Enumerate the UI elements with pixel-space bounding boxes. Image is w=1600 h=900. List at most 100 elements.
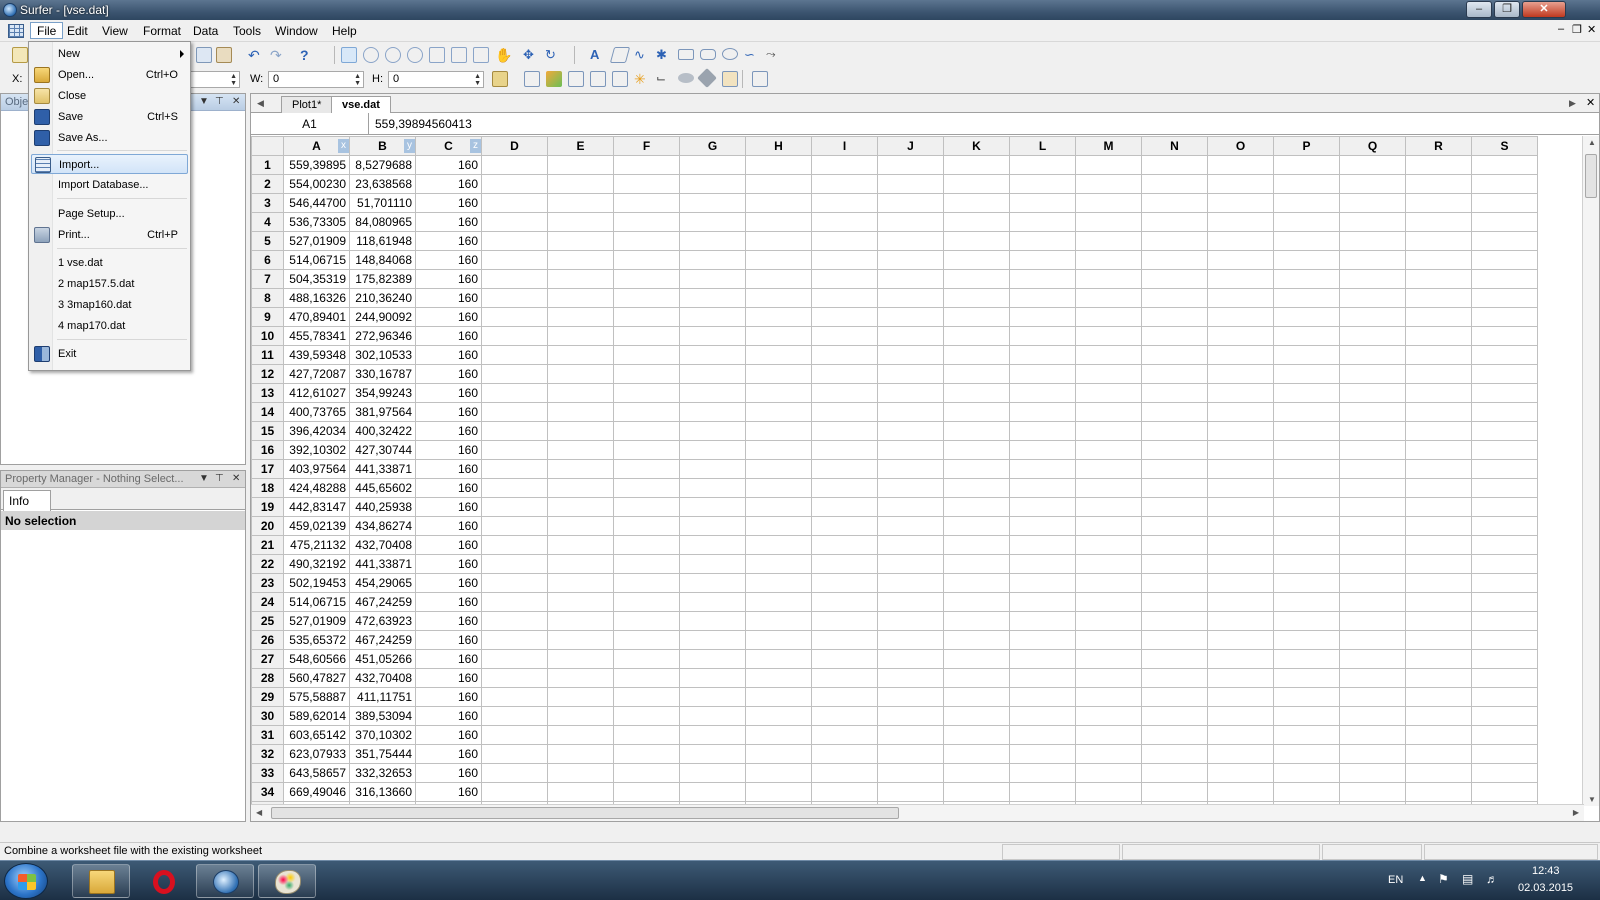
cell-f14[interactable]	[613, 402, 680, 422]
cell-d17[interactable]	[481, 459, 548, 479]
cell-d16[interactable]	[481, 440, 548, 460]
cell-c18[interactable]: 160	[415, 478, 482, 498]
cell-k16[interactable]	[943, 440, 1010, 460]
cell-j13[interactable]	[877, 383, 944, 403]
wireframe-icon[interactable]	[697, 68, 717, 88]
cell-b26[interactable]: 467,24259	[349, 630, 416, 650]
cell-c23[interactable]: 160	[415, 573, 482, 593]
cell-h16[interactable]	[745, 440, 812, 460]
cell-i29[interactable]	[811, 687, 878, 707]
cell-i16[interactable]	[811, 440, 878, 460]
cell-s8[interactable]	[1471, 288, 1538, 308]
cell-s21[interactable]	[1471, 535, 1538, 555]
cell-s15[interactable]	[1471, 421, 1538, 441]
panel-menu-icon[interactable]: ▼	[199, 473, 209, 484]
cell-m24[interactable]	[1075, 592, 1142, 612]
cell-r6[interactable]	[1405, 250, 1472, 270]
select-all-corner[interactable]	[251, 136, 284, 156]
cell-i14[interactable]	[811, 402, 878, 422]
cell-l7[interactable]	[1009, 269, 1076, 289]
scroll-right-icon[interactable]: ▶	[1573, 808, 1579, 817]
cell-c29[interactable]: 160	[415, 687, 482, 707]
cell-f9[interactable]	[613, 307, 680, 327]
row-header[interactable]: 28	[251, 668, 284, 688]
cell-j20[interactable]	[877, 516, 944, 536]
cell-r29[interactable]	[1405, 687, 1472, 707]
cell-e18[interactable]	[547, 478, 614, 498]
column-header-i[interactable]: I	[811, 136, 878, 156]
tab-vse-dat[interactable]: vse.dat	[331, 96, 391, 113]
row-header[interactable]: 13	[251, 383, 284, 403]
cell-b9[interactable]: 244,90092	[349, 307, 416, 327]
cell-q7[interactable]	[1339, 269, 1406, 289]
cell-k27[interactable]	[943, 649, 1010, 669]
cell-e8[interactable]	[547, 288, 614, 308]
cell-q33[interactable]	[1339, 763, 1406, 783]
cell-n5[interactable]	[1141, 231, 1208, 251]
cell-r12[interactable]	[1405, 364, 1472, 384]
cell-g9[interactable]	[679, 307, 746, 327]
cell-j24[interactable]	[877, 592, 944, 612]
cell-o4[interactable]	[1207, 212, 1274, 232]
cell-j17[interactable]	[877, 459, 944, 479]
cell-g23[interactable]	[679, 573, 746, 593]
cell-c11[interactable]: 160	[415, 345, 482, 365]
cell-o15[interactable]	[1207, 421, 1274, 441]
cell-l2[interactable]	[1009, 174, 1076, 194]
cell-k25[interactable]	[943, 611, 1010, 631]
cell-h5[interactable]	[745, 231, 812, 251]
cell-m13[interactable]	[1075, 383, 1142, 403]
text-tool-icon[interactable]: A	[590, 47, 606, 63]
cell-e26[interactable]	[547, 630, 614, 650]
cell-r26[interactable]	[1405, 630, 1472, 650]
row-header[interactable]: 21	[251, 535, 284, 555]
column-header-g[interactable]: G	[679, 136, 746, 156]
cell-c20[interactable]: 160	[415, 516, 482, 536]
cell-s20[interactable]	[1471, 516, 1538, 536]
cell-m26[interactable]	[1075, 630, 1142, 650]
cell-a21[interactable]: 475,21132	[283, 535, 350, 555]
rotate-icon[interactable]: ↻	[545, 47, 561, 63]
cell-k28[interactable]	[943, 668, 1010, 688]
tab-plot1[interactable]: Plot1*	[281, 96, 333, 113]
cell-b1[interactable]: 8,5279688	[349, 155, 416, 175]
cell-r3[interactable]	[1405, 193, 1472, 213]
cell-d10[interactable]	[481, 326, 548, 346]
cell-f19[interactable]	[613, 497, 680, 517]
cell-q29[interactable]	[1339, 687, 1406, 707]
cell-i30[interactable]	[811, 706, 878, 726]
cell-i27[interactable]	[811, 649, 878, 669]
cell-f22[interactable]	[613, 554, 680, 574]
cell-k19[interactable]	[943, 497, 1010, 517]
vertical-scroll-thumb[interactable]	[1585, 154, 1597, 198]
horizontal-scroll-thumb[interactable]	[271, 807, 899, 819]
cell-s24[interactable]	[1471, 592, 1538, 612]
cell-n7[interactable]	[1141, 269, 1208, 289]
cell-k32[interactable]	[943, 744, 1010, 764]
cell-o31[interactable]	[1207, 725, 1274, 745]
menu-tools[interactable]: Tools	[227, 23, 267, 40]
cell-l3[interactable]	[1009, 193, 1076, 213]
cell-c8[interactable]: 160	[415, 288, 482, 308]
cell-k10[interactable]	[943, 326, 1010, 346]
cell-i32[interactable]	[811, 744, 878, 764]
cell-c21[interactable]: 160	[415, 535, 482, 555]
cell-e32[interactable]	[547, 744, 614, 764]
cell-m5[interactable]	[1075, 231, 1142, 251]
cell-o16[interactable]	[1207, 440, 1274, 460]
cell-i28[interactable]	[811, 668, 878, 688]
cell-d29[interactable]	[481, 687, 548, 707]
cell-j2[interactable]	[877, 174, 944, 194]
show-hidden-icons-icon[interactable]: ▲	[1418, 873, 1427, 883]
cell-p12[interactable]	[1273, 364, 1340, 384]
cell-d25[interactable]	[481, 611, 548, 631]
cell-s27[interactable]	[1471, 649, 1538, 669]
cell-g30[interactable]	[679, 706, 746, 726]
volume-icon[interactable]: ♬	[1486, 872, 1498, 886]
cell-i5[interactable]	[811, 231, 878, 251]
cell-r14[interactable]	[1405, 402, 1472, 422]
cell-n14[interactable]	[1141, 402, 1208, 422]
cell-a15[interactable]: 396,42034	[283, 421, 350, 441]
cell-n6[interactable]	[1141, 250, 1208, 270]
cell-j15[interactable]	[877, 421, 944, 441]
